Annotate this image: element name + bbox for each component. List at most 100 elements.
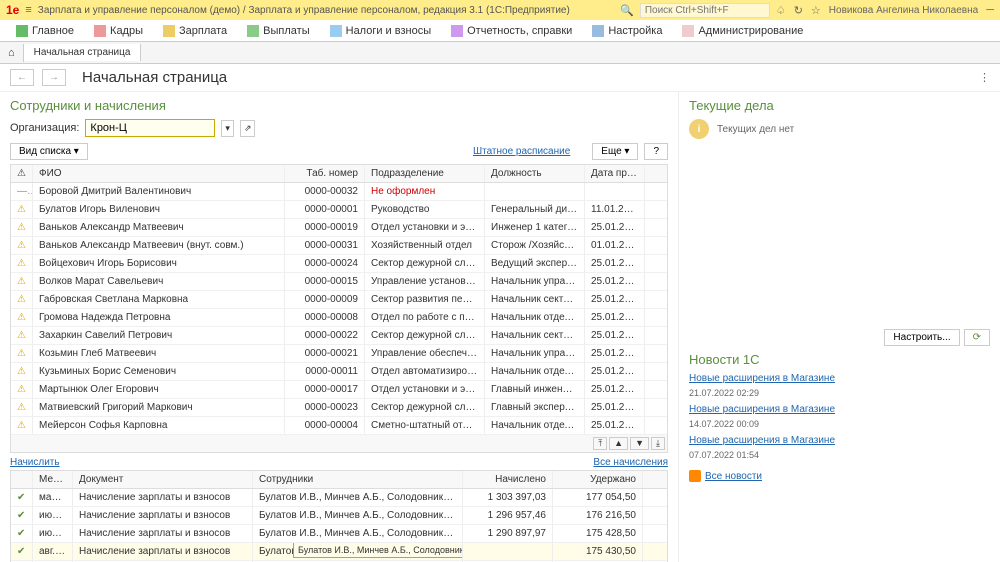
refresh-button[interactable]: ⟳ <box>964 329 990 346</box>
nav-forward[interactable]: → <box>42 69 66 86</box>
col-accrued[interactable]: Начислено <box>463 471 553 488</box>
minimize-icon[interactable]: ─ <box>986 4 994 16</box>
menu-nalogi[interactable]: Налоги и взносы <box>322 23 440 39</box>
grid-down-icon[interactable]: ▼ <box>630 437 649 450</box>
staff-schedule-link[interactable]: Штатное расписание <box>473 146 570 157</box>
col-pos[interactable]: Должность <box>485 165 585 182</box>
tasks-title: Текущие дела <box>689 98 990 113</box>
employees-grid-header: ⚠ ФИО Таб. номер Подразделение Должность… <box>11 165 667 183</box>
list-icon <box>16 25 28 37</box>
table-row[interactable]: ⚠Мейерсон Софья Карповна0000-00004Сметно… <box>11 417 667 435</box>
grid-bottom-icon[interactable]: ⤓ <box>651 437 665 450</box>
kebab-icon[interactable]: ⋮ <box>979 71 990 84</box>
wallet-icon <box>247 25 259 37</box>
nav-back[interactable]: ← <box>10 69 34 86</box>
logo-1c: 1e <box>6 3 19 17</box>
payroll-grid: Месяц Документ Сотрудники Начислено Удер… <box>10 470 668 562</box>
help-button[interactable]: ? <box>644 143 668 160</box>
col-dep[interactable]: Подразделение <box>365 165 485 182</box>
report-icon <box>451 25 463 37</box>
configure-button[interactable]: Настроить... <box>884 329 959 346</box>
news-title: Новости 1С <box>689 352 990 367</box>
grid-up-icon[interactable]: ▲ <box>609 437 628 450</box>
menu-otchet[interactable]: Отчетность, справки <box>443 23 580 39</box>
table-row[interactable]: ⚠Громова Надежда Петровна0000-00008Отдел… <box>11 309 667 327</box>
col-warn[interactable]: ⚠ <box>11 165 33 182</box>
news-item: Новые расширения в Магазине <box>689 435 990 446</box>
percent-icon <box>330 25 342 37</box>
people-icon <box>94 25 106 37</box>
tabbar: ⌂ Начальная страница <box>0 42 1000 64</box>
page-title: Начальная страница <box>82 69 227 86</box>
col-month[interactable]: Месяц <box>33 471 73 488</box>
org-link-icon[interactable]: ⇗ <box>240 120 256 137</box>
news-date: 07.07.2022 01:54 <box>689 450 990 460</box>
tab-start[interactable]: Начальная страница <box>24 44 142 61</box>
admin-icon <box>682 25 694 37</box>
col-withheld[interactable]: Удержано <box>553 471 643 488</box>
table-row[interactable]: ⚠Войцехович Игорь Борисович0000-00024Сек… <box>11 255 667 273</box>
more-button[interactable]: Еще ▾ <box>592 143 638 160</box>
news-date: 21.07.2022 02:29 <box>689 388 990 398</box>
global-search-input[interactable] <box>640 3 770 18</box>
app-title: Зарплата и управление персоналом (демо) … <box>38 5 614 16</box>
table-row[interactable]: ⚠Козьмин Глеб Матвеевич0000-00021Управле… <box>11 345 667 363</box>
table-row[interactable]: ✔июнь ...Начисление зарплаты и взносовБу… <box>11 507 667 525</box>
table-row[interactable]: ✔авг. 2...Начисление зарплаты и взносовБ… <box>11 543 667 561</box>
table-row[interactable]: ✔май 2...Начисление зарплаты и взносовБу… <box>11 489 667 507</box>
col-fio[interactable]: ФИО <box>33 165 285 182</box>
money-icon <box>163 25 175 37</box>
table-row[interactable]: ⚠Волков Марат Савельевич0000-00015Управл… <box>11 273 667 291</box>
section-employees: Сотрудники и начисления <box>10 98 668 113</box>
main-menu: Главное Кадры Зарплата Выплаты Налоги и … <box>0 20 1000 42</box>
col-emp[interactable]: Сотрудники <box>253 471 463 488</box>
current-user[interactable]: Новикова Ангелина Николаевна <box>829 5 978 16</box>
table-row[interactable]: ⚠Кузьминых Борис Семенович0000-00011Отде… <box>11 363 667 381</box>
org-input[interactable] <box>85 119 215 137</box>
titlebar: 1e ≡ Зарплата и управление персоналом (д… <box>0 0 1000 20</box>
news-link[interactable]: Новые расширения в Магазине <box>689 404 835 415</box>
news-link[interactable]: Новые расширения в Магазине <box>689 435 835 446</box>
news-item: Новые расширения в Магазине <box>689 373 990 384</box>
table-row[interactable]: ⚠Матвиевский Григорий Маркович0000-00023… <box>11 399 667 417</box>
grid-footer: ⤒ ▲ ▼ ⤓ <box>11 435 667 452</box>
menu-zarplata[interactable]: Зарплата <box>155 23 235 39</box>
table-row[interactable]: ✔июль ...Начисление зарплаты и взносовБу… <box>11 525 667 543</box>
table-row[interactable]: ⚠Захаркин Савелий Петрович0000-00022Сект… <box>11 327 667 345</box>
navbar: ← → Начальная страница ⋮ <box>0 64 1000 92</box>
bell-icon[interactable]: ♤ <box>776 4 786 17</box>
home-icon[interactable]: ⌂ <box>0 44 24 62</box>
menu-main[interactable]: Главное <box>8 23 82 39</box>
all-news-link[interactable]: Все новости <box>705 471 762 482</box>
col-date[interactable]: Дата приема <box>585 165 645 182</box>
org-dropdown-icon[interactable]: ▾ <box>221 120 234 137</box>
view-list-button[interactable]: Вид списка ▾ <box>10 143 88 160</box>
table-row[interactable]: ⚠Габровская Светлана Марковна0000-00009С… <box>11 291 667 309</box>
menu-nastroika[interactable]: Настройка <box>584 23 670 39</box>
table-row[interactable]: ⚠Ваньков Александр Матвеевич0000-00019От… <box>11 219 667 237</box>
news-link[interactable]: Новые расширения в Магазине <box>689 373 835 384</box>
star-icon[interactable]: ☆ <box>811 4 821 17</box>
news-date: 14.07.2022 00:09 <box>689 419 990 429</box>
col-doc[interactable]: Документ <box>73 471 253 488</box>
hamburger-icon[interactable]: ≡ <box>25 4 31 16</box>
accrue-link[interactable]: Начислить <box>10 457 60 468</box>
menu-vyplaty[interactable]: Выплаты <box>239 23 317 39</box>
table-row[interactable]: —Боровой Дмитрий Валентинович0000-00032Н… <box>11 183 667 201</box>
rss-icon <box>689 470 701 482</box>
all-accruals-link[interactable]: Все начисления <box>593 457 668 468</box>
menu-admin[interactable]: Администрирование <box>674 23 811 39</box>
table-row[interactable]: ⚠Мартынюк Олег Егорович0000-00017Отдел у… <box>11 381 667 399</box>
search-icon: 🔍 <box>620 4 634 17</box>
table-row[interactable]: ⚠Ваньков Александр Матвеевич (внут. совм… <box>11 237 667 255</box>
history-icon[interactable]: ↻ <box>794 4 803 17</box>
grid-top-icon[interactable]: ⤒ <box>593 437 607 450</box>
table-row[interactable]: ⚠Булатов Игорь Виленович0000-00001Руково… <box>11 201 667 219</box>
tooltip: Булатов И.В., Минчев А.Б., Солодовникова… <box>293 543 463 558</box>
refresh-icon: ⟳ <box>973 332 981 343</box>
info-icon: i <box>689 119 709 139</box>
menu-kadry[interactable]: Кадры <box>86 23 151 39</box>
gear-icon <box>592 25 604 37</box>
col-tab[interactable]: Таб. номер <box>285 165 365 182</box>
org-label: Организация: <box>10 122 79 134</box>
